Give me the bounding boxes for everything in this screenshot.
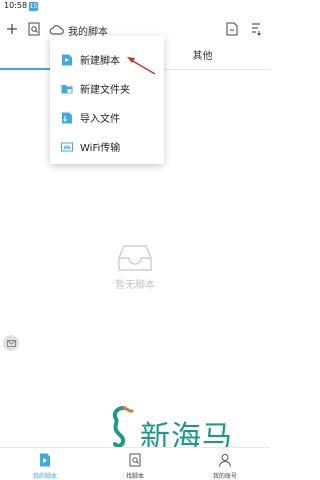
cloud-icon	[49, 24, 64, 34]
document-button[interactable]	[224, 20, 240, 38]
nav-my-account[interactable]: 我的账号	[195, 451, 255, 480]
status-bar: 10:58 15	[0, 0, 270, 14]
empty-label: 暂无脚本	[115, 280, 155, 291]
new-script-icon	[62, 54, 72, 65]
new-folder-icon	[61, 84, 73, 93]
menu-item-new-folder[interactable]: 新建文件夹	[50, 74, 164, 103]
empty-tray-icon	[118, 245, 152, 271]
floating-mail-button[interactable]	[3, 335, 19, 351]
plus-icon	[7, 24, 17, 34]
notification-badge: 15	[29, 2, 38, 11]
annotation-arrow	[127, 57, 156, 75]
status-time: 10:58	[4, 1, 28, 10]
bottom-nav: 我的脚本 找脚本 我的账号	[0, 447, 270, 480]
menu-item-label: WiFi传输	[80, 143, 121, 154]
find-scripts-icon	[129, 453, 141, 467]
nav-my-scripts[interactable]: 我的脚本	[15, 451, 75, 480]
sort-button[interactable]	[248, 20, 264, 38]
nav-label: 我的脚本	[32, 473, 57, 480]
menu-item-label: 新建文件夹	[80, 85, 130, 96]
search-file-button[interactable]	[26, 20, 42, 38]
my-scripts-icon	[40, 453, 50, 467]
empty-state: 暂无脚本	[100, 244, 170, 294]
seahorse-icon	[112, 406, 134, 448]
menu-item-wifi-transfer[interactable]: WiFi传输	[50, 132, 164, 161]
menu-item-import-file[interactable]: 导入文件	[50, 103, 164, 132]
nav-find-scripts[interactable]: 找脚本	[105, 451, 165, 480]
account-icon	[219, 454, 231, 467]
mail-icon	[6, 339, 16, 347]
wifi-transfer-icon	[61, 142, 73, 151]
document-icon	[226, 22, 238, 36]
import-file-icon	[62, 112, 72, 123]
nav-label: 我的账号	[212, 473, 237, 480]
file-search-icon	[28, 22, 40, 36]
menu-item-label: 导入文件	[80, 114, 120, 125]
nav-label: 找脚本	[125, 473, 144, 480]
add-button[interactable]	[4, 20, 20, 38]
sort-list-icon	[252, 23, 261, 36]
menu-item-label: 新建脚本	[80, 56, 120, 67]
